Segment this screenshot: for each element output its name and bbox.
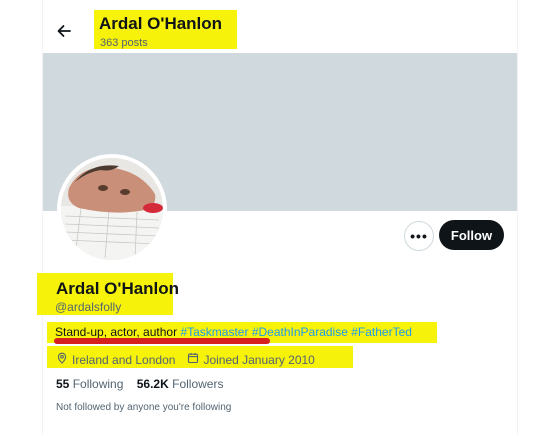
hashtag-link[interactable]: #Taskmaster <box>180 325 248 339</box>
follow-button[interactable]: Follow <box>439 220 504 250</box>
more-options-button[interactable]: ••• <box>404 221 434 251</box>
hashtag-link[interactable]: #FatherTed <box>351 325 412 339</box>
avatar[interactable] <box>57 154 167 264</box>
post-count: 363 posts <box>100 37 148 49</box>
profile-location: Ireland and London <box>72 352 176 367</box>
followers-label: Followers <box>172 377 224 391</box>
location-pin-icon <box>56 352 72 367</box>
back-arrow-icon[interactable] <box>55 22 73 40</box>
profile-stats: 55 Following 56.2K Followers <box>56 377 223 391</box>
profile-handle: @ardalsfolly <box>55 300 122 314</box>
mutual-followers-note: Not followed by anyone you're following <box>56 402 232 413</box>
profile-joined-date: Joined January 2010 <box>203 352 315 367</box>
following-link[interactable]: 55 Following <box>56 377 123 391</box>
profile-name: Ardal O'Hanlon <box>56 279 180 298</box>
hashtag-link[interactable]: #DeathInParadise <box>252 325 348 339</box>
calendar-icon <box>187 352 203 367</box>
red-underline-annotation <box>54 338 270 344</box>
profile-bio: Stand-up, actor, author #Taskmaster #Dea… <box>55 325 412 339</box>
header-title: Ardal O'Hanlon <box>99 14 223 33</box>
bio-text: Stand-up, actor, author <box>55 325 178 339</box>
profile-meta: Ireland and London Joined January 2010 <box>56 352 315 367</box>
following-label: Following <box>72 377 124 391</box>
followers-count: 56.2K <box>136 377 169 391</box>
column-border-right <box>517 0 518 434</box>
followers-link[interactable]: 56.2K Followers <box>137 377 224 391</box>
following-count: 55 <box>56 377 70 391</box>
